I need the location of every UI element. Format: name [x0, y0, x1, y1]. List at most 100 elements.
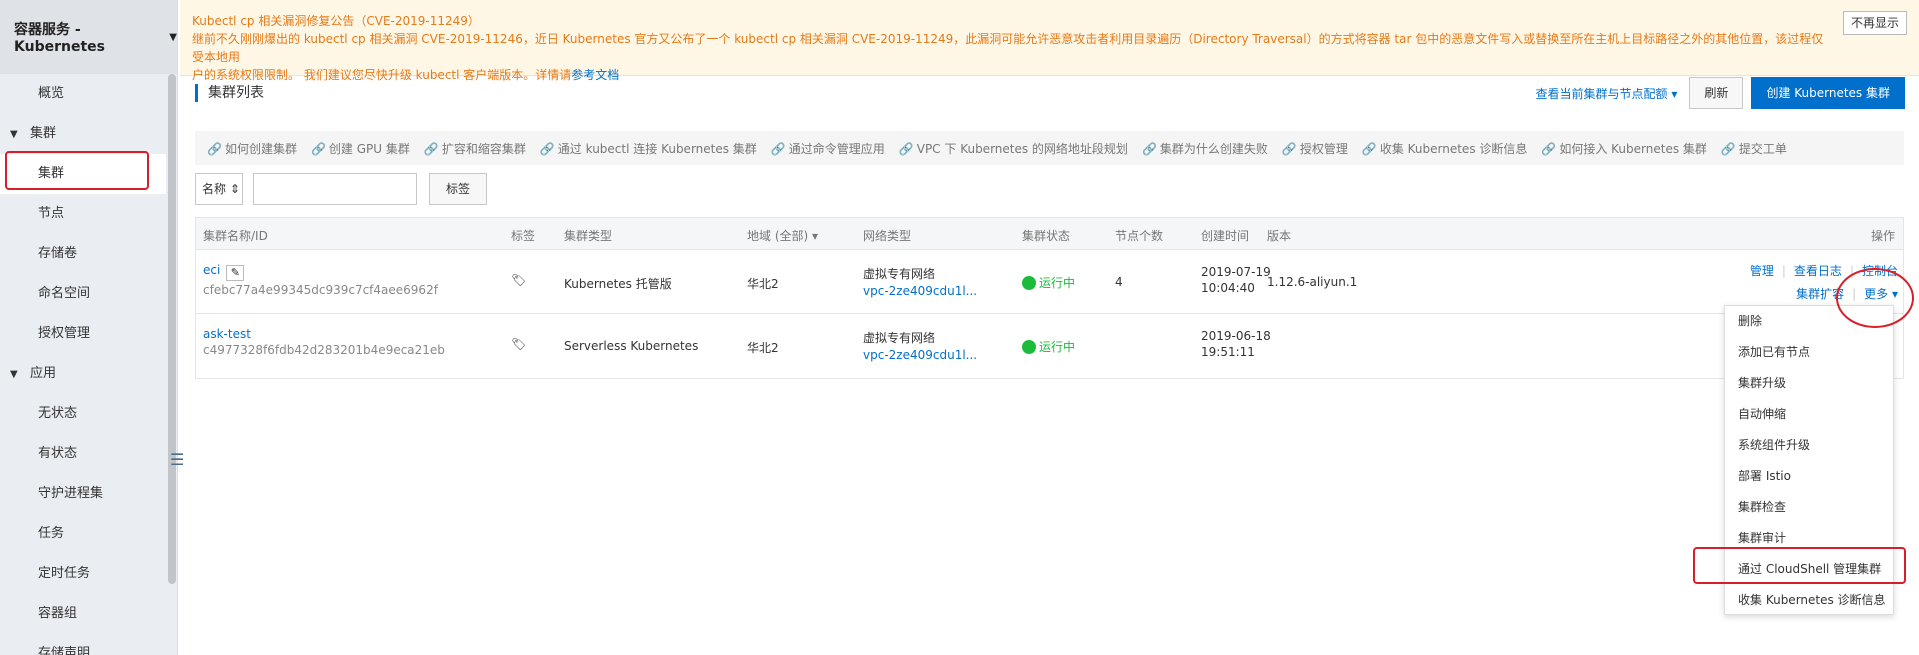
help-link[interactable]: 🔗 如何创建集群 — [207, 140, 297, 157]
sidebar-group-apps[interactable]: ▼ 应用 — [0, 354, 166, 394]
network-cell: 虚拟专有网络 vpc-2ze409cdu1l... — [863, 265, 977, 298]
refresh-button[interactable]: 刷新 — [1689, 77, 1744, 109]
collapse-sidebar-icon[interactable]: ☰ — [170, 450, 184, 470]
quota-link-label: 查看当前集群与节点配额 — [1535, 86, 1668, 101]
sidebar: 容器服务 - Kubernetes ▼ 概览 ▼ 集群 集群 节点 存储卷 命名空… — [0, 0, 184, 655]
help-link[interactable]: 🔗 创建 GPU 集群 — [311, 140, 410, 157]
sidebar-item-authorization[interactable]: 授权管理 — [0, 314, 166, 354]
filter-field-select[interactable]: 名称 ⇕ — [195, 173, 243, 205]
dismiss-notice-button[interactable]: 不再显示 — [1842, 11, 1907, 35]
notice-body: 继前不久刚刚爆出的 kubectl cp 相关漏洞 CVE-2019-11246… — [192, 32, 1824, 64]
sidebar-item-nodes[interactable]: 节点 — [0, 194, 166, 234]
search-input[interactable] — [253, 173, 417, 205]
page-title: 集群列表 — [195, 84, 264, 102]
cluster-table: 集群名称/ID 标签 集群类型 地域 (全部) ▾ 网络类型 集群状态 节点个数… — [195, 217, 1904, 379]
help-link[interactable]: 🔗 授权管理 — [1282, 140, 1348, 157]
sidebar-item-pvcs[interactable]: 存储声明 — [0, 634, 166, 655]
link-icon: 🔗 — [1541, 141, 1557, 156]
help-link[interactable]: 🔗 VPC 下 Kubernetes 的网络地址段规划 — [899, 140, 1128, 157]
edit-icon[interactable]: ✎ — [226, 265, 245, 281]
col-name: 集群名称/ID — [203, 229, 268, 243]
help-link[interactable]: 🔗 提交工单 — [1721, 140, 1787, 157]
caret-down-icon: ▾ — [812, 229, 819, 243]
annotation-highlight-clusters — [5, 151, 149, 190]
sidebar-item-daemonsets[interactable]: 守护进程集 — [0, 474, 166, 514]
created-time: 2019-06-18 19:51:11 — [1201, 329, 1271, 359]
help-link[interactable]: 🔗 通过命令管理应用 — [771, 140, 885, 157]
menu-item-autoscale[interactable]: 自动伸缩 — [1725, 399, 1893, 430]
help-link-label: 如何接入 Kubernetes 集群 — [1559, 141, 1707, 156]
tags-icon[interactable]: 🏷 — [511, 273, 526, 287]
help-link[interactable]: 🔗 集群为什么创建失败 — [1142, 140, 1268, 157]
create-cluster-button[interactable]: 创建 Kubernetes 集群 — [1751, 77, 1905, 109]
product-switcher[interactable]: 容器服务 - Kubernetes ▼ — [0, 0, 177, 74]
cluster-name-cell: eci ✎ cfebc77a4e99345dc939c7cf4aee6962f — [203, 263, 438, 297]
status-dot-icon — [1022, 276, 1036, 290]
sidebar-item-overview[interactable]: 概览 — [0, 74, 166, 114]
sidebar-item-cronjobs[interactable]: 定时任务 — [0, 554, 166, 594]
col-status: 集群状态 — [1022, 229, 1071, 243]
help-link-label: 收集 Kubernetes 诊断信息 — [1379, 141, 1528, 156]
help-link-label: 通过 kubectl 连接 Kubernetes 集群 — [557, 141, 757, 156]
network-type: 虚拟专有网络 — [863, 331, 936, 345]
help-link[interactable]: 🔗 通过 kubectl 连接 Kubernetes 集群 — [540, 140, 757, 157]
sidebar-item-namespaces[interactable]: 命名空间 — [0, 274, 166, 314]
tag-filter-button[interactable]: 标签 — [429, 173, 487, 205]
help-link[interactable]: 🔗 扩容和缩容集群 — [424, 140, 526, 157]
sidebar-item-deployments[interactable]: 无状态 — [0, 394, 166, 434]
link-icon: 🔗 — [539, 141, 555, 156]
node-count: 4 — [1115, 275, 1123, 289]
network-cell: 虚拟专有网络 vpc-2ze409cdu1l... — [863, 329, 977, 362]
status-label: 运行中 — [1039, 276, 1076, 290]
annotation-highlight-more — [1836, 268, 1914, 328]
view-logs-link[interactable]: 查看日志 — [1794, 264, 1842, 278]
help-link-label: 创建 GPU 集群 — [328, 141, 410, 156]
quota-link[interactable]: 查看当前集群与节点配额 ▾ — [1536, 85, 1678, 102]
network-type: 虚拟专有网络 — [863, 267, 936, 281]
link-icon: 🔗 — [423, 141, 439, 156]
menu-item-component-upgrade[interactable]: 系统组件升级 — [1725, 430, 1893, 461]
sidebar-group-label: 集群 — [30, 126, 57, 141]
link-icon: 🔗 — [1281, 141, 1297, 156]
sidebar-group-clusters[interactable]: ▼ 集群 — [0, 114, 166, 154]
sidebar-item-pods[interactable]: 容器组 — [0, 594, 166, 634]
link-icon: 🔗 — [1141, 141, 1157, 156]
created-clock: 19:51:11 — [1201, 345, 1255, 359]
menu-item-deploy-istio[interactable]: 部署 Istio — [1725, 461, 1893, 492]
caret-down-icon: ▼ — [10, 369, 18, 380]
manage-link[interactable]: 管理 — [1750, 264, 1774, 278]
sort-icon: ⇕ — [229, 182, 240, 196]
sidebar-item-volumes[interactable]: 存储卷 — [0, 234, 166, 274]
tags-icon[interactable]: 🏷 — [511, 337, 526, 351]
link-icon: 🔗 — [898, 141, 914, 156]
link-icon: 🔗 — [770, 141, 786, 156]
help-link[interactable]: 🔗 收集 Kubernetes 诊断信息 — [1362, 140, 1528, 157]
filter-row: 名称 ⇕ 标签 — [195, 173, 487, 205]
security-notice: Kubectl cp 相关漏洞修复公告（CVE-2019-11249） 继前不久… — [180, 0, 1919, 82]
help-link-label: 集群为什么创建失败 — [1159, 141, 1268, 156]
col-actions: 操作 — [1870, 229, 1895, 243]
help-link-label: 授权管理 — [1299, 141, 1348, 156]
menu-item-upgrade[interactable]: 集群升级 — [1725, 368, 1893, 399]
col-region[interactable]: 地域 (全部) ▾ — [747, 227, 818, 244]
help-link-label: VPC 下 Kubernetes 的网络地址段规划 — [916, 141, 1128, 156]
sidebar-item-statefulsets[interactable]: 有状态 — [0, 434, 166, 474]
menu-item-cluster-check[interactable]: 集群检查 — [1725, 492, 1893, 523]
vpc-link[interactable]: vpc-2ze409cdu1l... — [863, 348, 977, 362]
cluster-name-link[interactable]: eci — [203, 263, 220, 277]
status-badge: 运行中 — [1022, 338, 1075, 355]
help-link[interactable]: 🔗 如何接入 Kubernetes 集群 — [1541, 140, 1707, 157]
help-link-label: 提交工单 — [1738, 141, 1787, 156]
sidebar-scrollbar[interactable] — [168, 74, 176, 584]
col-nodes: 节点个数 — [1115, 229, 1164, 243]
menu-item-add-nodes[interactable]: 添加已有节点 — [1725, 337, 1893, 368]
product-title: 容器服务 - Kubernetes — [14, 22, 105, 55]
menu-item-diagnostics[interactable]: 收集 Kubernetes 诊断信息 — [1725, 585, 1893, 616]
col-region-label: 地域 (全部) — [747, 229, 809, 243]
cluster-region: 华北2 — [747, 277, 779, 291]
caret-down-icon: ▼ — [169, 31, 177, 43]
sidebar-item-jobs[interactable]: 任务 — [0, 514, 166, 554]
table-row: ask-test c4977328f6fdb42d283201b4e9eca21… — [196, 314, 1903, 378]
cluster-name-link[interactable]: ask-test — [203, 327, 251, 341]
vpc-link[interactable]: vpc-2ze409cdu1l... — [863, 284, 977, 298]
